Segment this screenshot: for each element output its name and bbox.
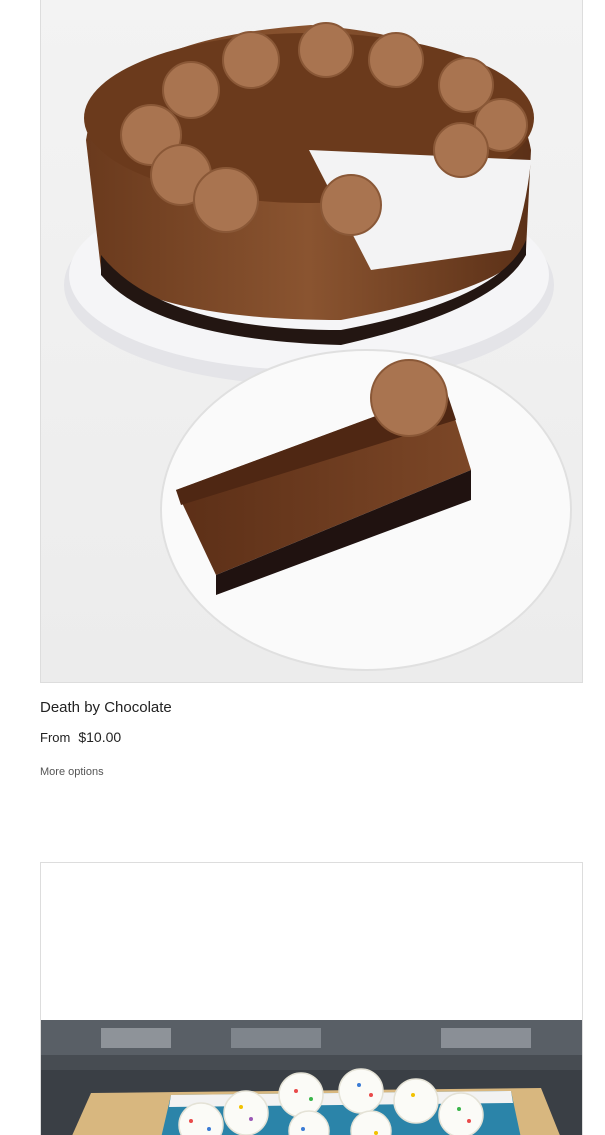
product-image-link[interactable] [40, 862, 583, 1135]
product-price: From $10.00 [40, 729, 121, 745]
product-image-link[interactable] [40, 0, 583, 683]
product-grid: Death by Chocolate From $10.00 More opti… [0, 0, 605, 1135]
more-options-button[interactable]: More options [40, 766, 104, 778]
product-title-link[interactable]: Death by Chocolate [40, 699, 172, 716]
price-prefix: From [40, 730, 71, 745]
product-card: Death by Chocolate From $10.00 More opti… [40, 0, 583, 778]
sprinkle-cake-image [41, 863, 582, 1135]
product-card [40, 862, 583, 1135]
price-value: $10.00 [78, 729, 122, 745]
chocolate-cheesecake-image [41, 0, 582, 682]
